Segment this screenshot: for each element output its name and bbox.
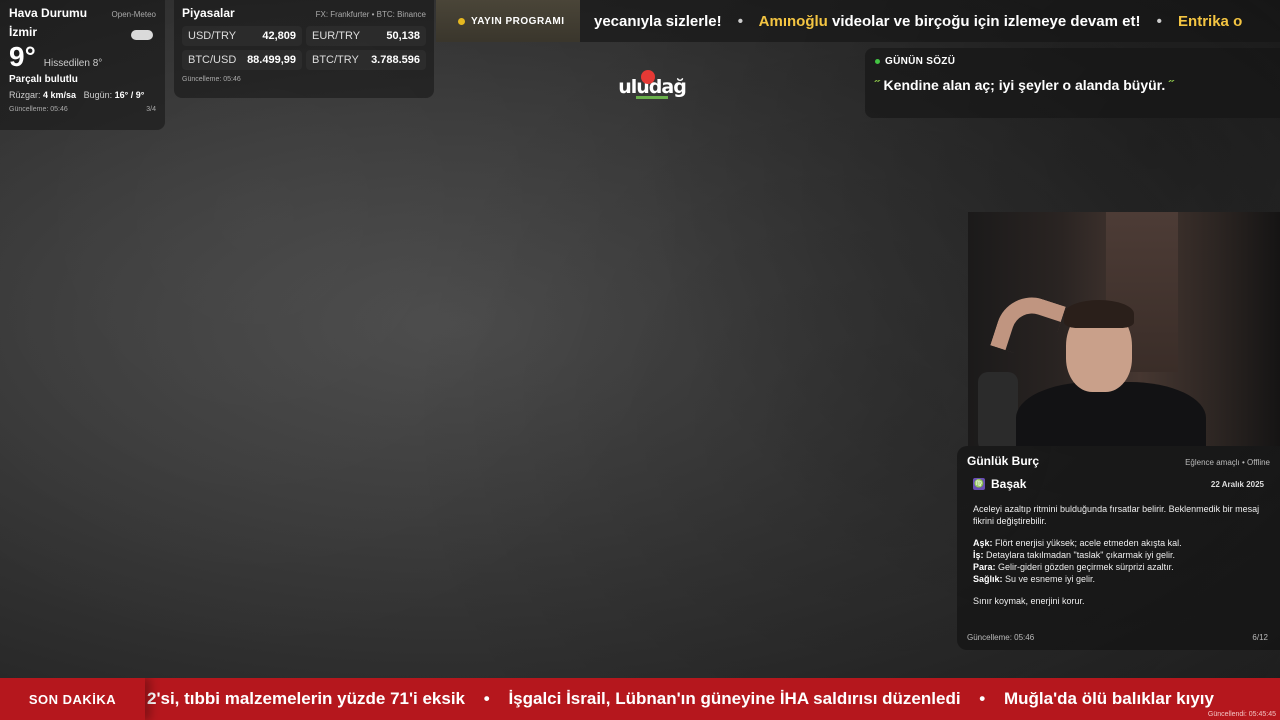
horoscope-widget: Günlük Burç Eğlence amaçlı • Offline ♍ B…: [957, 446, 1280, 650]
ticker-separator: •: [1156, 13, 1162, 30]
news-updated-stamp: Güncellendi: 05:45:45: [1207, 711, 1276, 718]
weather-title: Hava Durumu: [9, 6, 88, 20]
rate-pair: USD/TRY: [188, 30, 237, 42]
ticker-part: videolar ve birçoğu için izlemeye devam …: [831, 13, 1141, 30]
weather-widget: Hava Durumu Open-Meteo İzmir 9° Hissedil…: [0, 0, 165, 130]
breaking-news-bar: SON DAKİKA 2'si, tıbbi malzemelerin yüzd…: [0, 678, 1280, 720]
quote-close-mark: ˝: [1169, 77, 1174, 93]
horoscope-intro: Aceleyi azaltıp ritmini bulduğunda fırsa…: [973, 504, 1260, 526]
rate-btc-try: BTC/TRY 3.788.596: [306, 50, 426, 70]
horoscope-meta: Eğlence amaçlı • Offline: [1185, 458, 1270, 467]
quote-text: ˝ Kendine alan aç; iyi şeyler o alanda b…: [875, 77, 1270, 93]
item-text: Flört enerjisi yüksek; acele etmeden akı…: [992, 538, 1182, 548]
breaking-news-label: SON DAKİKA: [0, 678, 145, 720]
weather-meta: Rüzgar: 4 km/sa Bugün: 16° / 9°: [9, 90, 156, 100]
status-dot-icon: [458, 17, 465, 25]
program-label: YAYIN PROGRAMI: [471, 15, 565, 27]
sign-name: Başak: [991, 477, 1027, 491]
virgo-icon: ♍: [973, 478, 985, 490]
logo-badge-icon: [641, 70, 655, 84]
horoscope-item-work: İş: Detaylara takılmadan "taslak" çıkarm…: [973, 549, 1264, 561]
ticker-text: yecanıyla sizlerle! • Amınoğlu videolar …: [594, 13, 1242, 30]
rate-value: 42,809: [262, 30, 296, 42]
rate-value: 88.499,99: [247, 54, 296, 66]
horoscope-title: Günlük Burç: [967, 454, 1040, 468]
rate-pair: EUR/TRY: [312, 30, 361, 42]
horoscope-item-health: Sağlık: Su ve esneme iyi gelir.: [973, 573, 1264, 585]
weather-updated: Güncelleme: 05:46: [9, 106, 68, 113]
wind-label: Rüzgar:: [9, 90, 41, 100]
webcam-person-arm: [990, 288, 1066, 364]
quote-body: Kendine alan aç; iyi şeyler o alanda büy…: [879, 77, 1170, 93]
item-label: Sağlık:: [973, 574, 1003, 584]
rate-usd-try: USD/TRY 42,809: [182, 26, 302, 46]
rate-eur-try: EUR/TRY 50,138: [306, 26, 426, 46]
news-ticker-text: 2'si, tıbbi malzemelerin yüzde 71'i eksi…: [147, 689, 1214, 709]
weather-temperature: 9°: [9, 41, 36, 72]
webcam-person-hair: [1064, 300, 1134, 328]
partly-cloudy-icon: [131, 30, 153, 40]
rate-value: 50,138: [386, 30, 420, 42]
horoscope-page: 6/12: [1252, 633, 1268, 642]
logo-underline: [636, 96, 668, 99]
weather-page: 3/4: [146, 106, 156, 113]
horoscope-closing: Sınır koymak, enerjini korur.: [973, 596, 1085, 606]
webcam-chair: [978, 372, 1018, 446]
item-label: İş:: [973, 550, 984, 560]
news-item: 2'si, tıbbi malzemelerin yüzde 71'i eksi…: [147, 689, 466, 708]
quote-title: GÜNÜN SÖZÜ: [885, 56, 956, 67]
horoscope-body: Aceleyi azaltıp ritmini bulduğunda fırsa…: [967, 503, 1270, 607]
quote-of-the-day: GÜNÜN SÖZÜ ˝ Kendine alan aç; iyi şeyler…: [865, 48, 1280, 118]
ticker-part: yecanıyla sizlerle!: [594, 13, 722, 30]
news-separator: •: [979, 689, 986, 708]
markets-source: FX: Frankfurter • BTC: Binance: [315, 10, 426, 19]
horoscope-updated: Güncelleme: 05:46: [967, 633, 1035, 642]
uludag-logo: uludağ: [618, 70, 687, 106]
wind-value: 4 km/sa: [43, 90, 77, 100]
rate-pair: BTC/USD: [188, 54, 237, 66]
horoscope-item-money: Para: Gelir-gideri gözden geçirmek sürpr…: [973, 561, 1264, 573]
markets-title: Piyasalar: [182, 6, 235, 20]
markets-updated: Güncelleme: 05:46: [182, 76, 241, 83]
webcam-person-body: [1016, 382, 1206, 446]
item-text: Su ve esneme iyi gelir.: [1002, 574, 1096, 584]
webcam-feed: [968, 212, 1280, 446]
item-text: Gelir-gideri gözden geçirmek sürprizi az…: [995, 562, 1174, 572]
rate-value: 3.788.596: [371, 54, 420, 66]
horoscope-sign: ♍ Başak: [973, 477, 1026, 491]
item-label: Para:: [973, 562, 996, 572]
live-dot-icon: [875, 59, 880, 64]
ticker-highlight: Entrika o: [1178, 13, 1243, 30]
news-item: Muğla'da ölü balıklar kıyıy: [1003, 689, 1214, 708]
rate-pair: BTC/TRY: [312, 54, 359, 66]
item-label: Aşk:: [973, 538, 993, 548]
ticker-highlight: Amınoğlu: [758, 13, 828, 30]
today-value: 16° / 9°: [114, 90, 145, 100]
program-schedule-button[interactable]: YAYIN PROGRAMI: [436, 0, 580, 42]
weather-source: Open-Meteo: [111, 10, 156, 19]
today-label: Bugün:: [83, 90, 113, 100]
rate-btc-usd: BTC/USD 88.499,99: [182, 50, 302, 70]
item-text: Detaylara takılmadan "taslak" çıkarmak i…: [983, 550, 1175, 560]
weather-feels-like: Hissedilen 8°: [43, 58, 103, 69]
horoscope-item-love: Aşk: Flört enerjisi yüksek; acele etmede…: [973, 537, 1264, 549]
top-ticker: YAYIN PROGRAMI yecanıyla sizlerle! • Amı…: [436, 0, 1280, 42]
news-separator: •: [483, 689, 490, 708]
weather-condition: Parçalı bulutlu: [9, 74, 78, 85]
markets-widget: Piyasalar FX: Frankfurter • BTC: Binance…: [174, 0, 434, 98]
news-item: İşgalci İsrail, Lübnan'ın güneyine İHA s…: [508, 689, 961, 708]
horoscope-date: 22 Aralık 2025: [1210, 479, 1264, 489]
ticker-separator: •: [737, 13, 744, 30]
